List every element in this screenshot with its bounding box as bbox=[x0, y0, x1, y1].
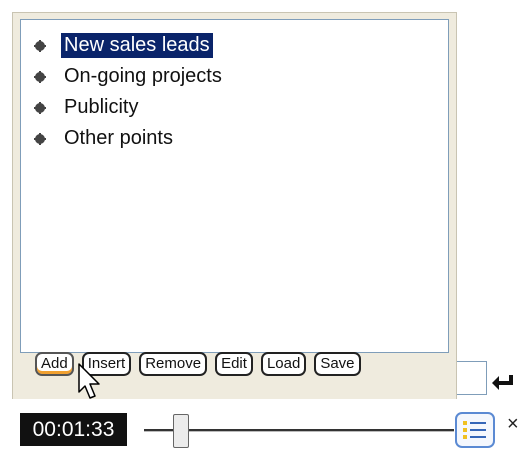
add-button[interactable]: Add bbox=[35, 352, 74, 376]
list-view-icon[interactable] bbox=[455, 412, 495, 448]
bullet-icon bbox=[34, 70, 46, 83]
list-item[interactable]: Publicity bbox=[21, 92, 448, 123]
seek-slider-thumb[interactable] bbox=[173, 414, 190, 448]
list-item[interactable]: Other points bbox=[21, 123, 448, 154]
bullet-icon bbox=[34, 39, 46, 52]
list-item[interactable]: New sales leads bbox=[21, 30, 448, 61]
save-button[interactable]: Save bbox=[314, 352, 361, 376]
list-item-label: Other points bbox=[64, 127, 173, 149]
time-display: 00:01:33 bbox=[20, 413, 127, 446]
playlist-listbox[interactable]: New sales leads On-going projects Public… bbox=[20, 19, 449, 353]
list-item[interactable]: On-going projects bbox=[21, 61, 448, 92]
seek-slider-track[interactable] bbox=[144, 429, 454, 432]
playlist: New sales leads On-going projects Public… bbox=[21, 20, 448, 154]
enter-icon[interactable] bbox=[490, 373, 516, 391]
mouse-cursor-icon bbox=[78, 363, 100, 399]
playlist-panel: New sales leads On-going projects Public… bbox=[12, 12, 457, 400]
remove-button[interactable]: Remove bbox=[139, 352, 208, 376]
player-controls: 00:01:33 × bbox=[0, 399, 521, 454]
close-icon[interactable]: × bbox=[507, 413, 519, 436]
item-text-input[interactable] bbox=[457, 361, 487, 395]
load-button[interactable]: Load bbox=[260, 352, 307, 376]
list-item-label: Publicity bbox=[64, 96, 139, 118]
bullet-icon bbox=[34, 101, 46, 114]
list-item-label: New sales leads bbox=[61, 33, 213, 58]
edit-button[interactable]: Edit bbox=[215, 352, 253, 376]
list-view-glyph bbox=[463, 421, 486, 439]
bullet-icon bbox=[34, 132, 46, 145]
list-item-label: On-going projects bbox=[64, 65, 222, 87]
